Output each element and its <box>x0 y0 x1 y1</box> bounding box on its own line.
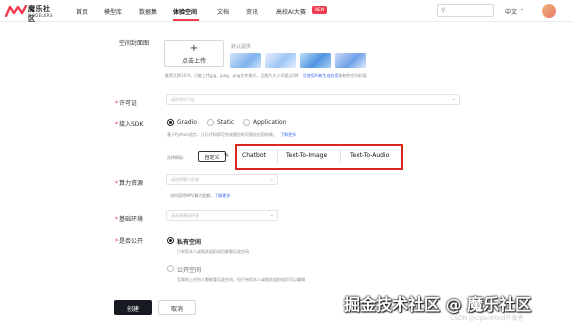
upload-cover-button[interactable]: + 点击上传 <box>164 40 224 67</box>
env-label: *基础环境 <box>115 216 144 223</box>
cover-thumbnail[interactable] <box>265 53 296 68</box>
chevron-down-icon: ⌄ <box>520 6 525 12</box>
sdk-note: 基于Python语言，几行代码即可完成模型的可视化应用构建。 了解更多 <box>167 132 296 138</box>
template-divider <box>277 150 278 163</box>
visibility-label: *是否公开 <box>115 238 144 245</box>
sdk-learn-more-link[interactable]: 了解更多 <box>280 132 296 137</box>
pen-icon: ✎ <box>224 152 230 159</box>
nav-item-home[interactable]: 首页 <box>76 7 88 16</box>
radio-private-label[interactable]: 私有空间 <box>177 237 201 246</box>
compute-label: *算力资源 <box>115 180 144 187</box>
cover-note: 推荐比例16:9，只能上传jpg、jpeg、png文件格式，且图片大小不超过5M… <box>165 73 367 79</box>
license-placeholder: 请选择许可证 <box>171 97 195 102</box>
template-chatbot[interactable]: Chatbot <box>242 152 266 159</box>
template-label: 选择模板: <box>167 155 185 160</box>
upload-label: 点击上传 <box>181 58 206 65</box>
csdn-watermark: CSDN @OpenMind开发者 <box>450 315 524 322</box>
radio-public[interactable] <box>167 265 174 272</box>
search-input[interactable]: ⚲ <box>437 4 494 17</box>
radio-gradio-label[interactable]: Gradio <box>177 119 197 126</box>
logo[interactable]: 魔乐社区 MODELERS <box>5 3 57 23</box>
template-text-to-audio[interactable]: Text-To-Audio <box>350 152 389 159</box>
compute-label-text: 算力资源 <box>119 180 144 187</box>
cover-label: 空间封面图 <box>119 40 150 47</box>
nav-item-spaces[interactable]: 体验空间 <box>173 7 197 16</box>
cancel-button-label: 取消 <box>170 306 183 313</box>
default-cover-label: 默认提供 <box>231 44 252 50</box>
sdk-label: *接入SDK <box>115 121 144 128</box>
compute-note-text: 如何获得NPU算力配额， <box>170 193 215 198</box>
watermark-text: 掘金技术社区 @ 魔乐社区 <box>344 295 532 314</box>
cover-thumbnail[interactable] <box>335 53 366 68</box>
chevron-down-icon: ⌄ <box>451 96 456 102</box>
create-button[interactable]: 创建 <box>114 300 152 315</box>
visibility-label-text: 是否公开 <box>119 238 144 245</box>
nav-item-datasets[interactable]: 数据集 <box>139 7 157 16</box>
radio-static-label[interactable]: Static <box>217 119 234 126</box>
env-select[interactable]: 请选择基础环境 ⌄ <box>166 210 278 221</box>
radio-application-label[interactable]: Application <box>253 119 287 126</box>
license-select[interactable]: 请选择许可证 ⌄ <box>166 94 460 105</box>
cancel-button[interactable]: 取消 <box>158 300 196 315</box>
public-note: 互联网上任何人都能看见该空间，但只有您本人或相关组织成员可以编辑 <box>177 277 305 282</box>
nav-item-competition[interactable]: 高校AI大赛 <box>276 7 306 16</box>
logo-subtext: MODELERS <box>28 13 53 18</box>
cover-note-link[interactable]: 可使用AI新生成应用 <box>303 73 339 78</box>
compute-select[interactable]: 请选择算力资源 ⌄ <box>166 174 278 185</box>
plus-icon: + <box>189 43 199 54</box>
custom-template-label: 自定义 <box>204 155 220 161</box>
cover-note-suffix: 来制作空间封面 <box>338 73 367 78</box>
avatar[interactable] <box>542 4 556 18</box>
template-text-to-image[interactable]: Text-To-Image <box>286 152 327 159</box>
cover-note-text: 推荐比例16:9，只能上传jpg、jpeg、png文件格式，且图片大小不超过5M <box>165 73 299 78</box>
search-icon: ⚲ <box>441 7 446 14</box>
template-divider <box>340 150 341 163</box>
compute-learn-more-link[interactable]: 了解更多 <box>214 193 230 198</box>
chevron-down-icon: ⌄ <box>269 176 274 182</box>
radio-public-label[interactable]: 公开空间 <box>177 265 201 274</box>
nav-item-models[interactable]: 模型库 <box>104 7 122 16</box>
cover-thumbnail[interactable] <box>300 53 331 68</box>
sdk-label-text: 接入SDK <box>119 121 144 128</box>
logo-mark-icon <box>5 5 27 17</box>
radio-application[interactable] <box>243 119 250 126</box>
radio-gradio[interactable] <box>167 119 174 126</box>
nav-item-docs[interactable]: 文档 <box>217 7 229 16</box>
top-nav: 魔乐社区 MODELERS 首页 模型库 数据集 体验空间 文档 资讯 高校AI… <box>0 0 573 23</box>
license-label-text: 许可证 <box>119 100 138 107</box>
private-note: 只有您本人或相关组织成员都看见该空间 <box>177 249 249 254</box>
cover-thumbnail[interactable] <box>230 53 261 68</box>
compute-placeholder: 请选择算力资源 <box>171 177 199 182</box>
custom-template-button[interactable]: 自定义 <box>198 151 226 162</box>
sdk-note-text: 基于Python语言，几行代码即可完成模型的可视化应用构建。 <box>167 132 277 137</box>
radio-private[interactable] <box>167 237 174 244</box>
chevron-down-icon: ⌄ <box>269 212 274 218</box>
nav-item-news[interactable]: 资讯 <box>246 7 258 16</box>
new-badge: NEW <box>312 6 328 14</box>
active-nav-indicator <box>173 19 199 21</box>
env-placeholder: 请选择基础环境 <box>171 213 199 218</box>
license-label: *许可证 <box>115 100 138 107</box>
create-button-label: 创建 <box>126 306 139 313</box>
radio-static[interactable] <box>207 119 214 126</box>
env-label-text: 基础环境 <box>119 216 144 223</box>
language-switch[interactable]: 中文 <box>505 7 517 16</box>
compute-note: 如何获得NPU算力配额，了解更多 <box>170 193 230 199</box>
